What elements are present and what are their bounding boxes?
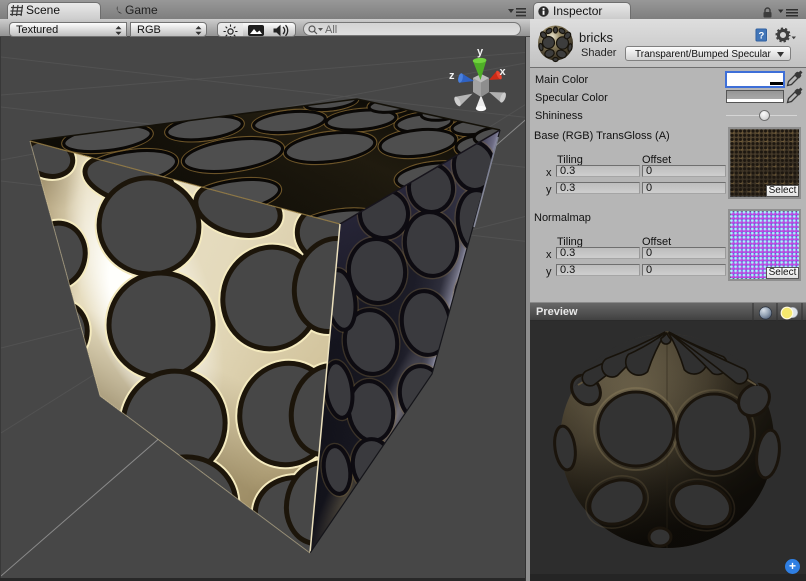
svg-text:?: ? [759,31,765,42]
svg-text:y: y [477,46,484,58]
svg-text:x: x [500,66,507,78]
svg-text:z: z [449,70,455,82]
